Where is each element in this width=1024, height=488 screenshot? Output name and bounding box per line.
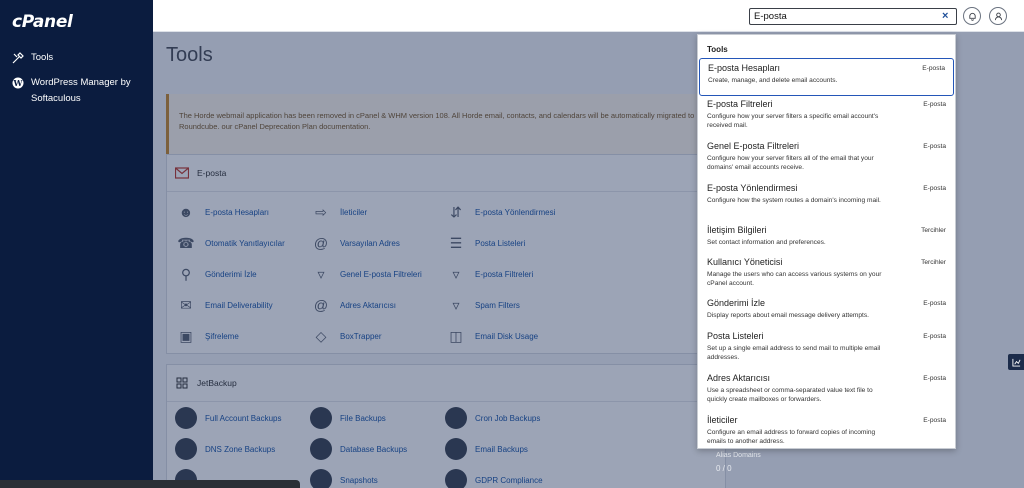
result-category: E-posta (923, 101, 946, 108)
stats-toggle-button[interactable] (1008, 354, 1024, 370)
result-description: Configure how your server filters a spec… (707, 113, 879, 129)
bottom-bar (0, 480, 300, 488)
result-description: Set up a single email address to send ma… (707, 345, 881, 361)
result-title: Gönderimi İzle (707, 298, 766, 308)
result-title: İletişim Bilgileri (707, 225, 767, 235)
clear-search-icon[interactable]: × (942, 11, 948, 22)
result-category: E-posta (923, 375, 946, 382)
result-item[interactable]: İleticiler Configure an email address to… (699, 411, 954, 448)
result-title: Kullanıcı Yöneticisi (707, 257, 783, 267)
result-description: Configure how the system routes a domain… (707, 197, 881, 204)
bell-icon (968, 12, 976, 21)
result-title: Genel E-posta Filtreleri (707, 141, 800, 151)
result-category: E-posta (923, 300, 946, 307)
result-item[interactable]: E-posta Filtreleri Configure how your se… (699, 95, 954, 134)
result-item[interactable]: E-posta Yönlendirmesi Configure how the … (699, 179, 954, 209)
result-category: E-posta (923, 417, 946, 424)
result-category: Tercihler (921, 227, 946, 234)
result-title: E-posta Hesapları (708, 63, 781, 73)
result-item[interactable]: Genel E-posta Filtreleri Configure how y… (699, 137, 954, 176)
tools-icon (12, 52, 24, 64)
result-category: E-posta (923, 143, 946, 150)
alias-domains-label: Alias Domains (716, 452, 761, 459)
result-title: E-posta Yönlendirmesi (707, 183, 798, 193)
result-description: Configure how your server filters all of… (707, 155, 874, 171)
sidebar-item-tools[interactable]: Tools (12, 50, 147, 66)
result-description: Configure an email address to forward co… (707, 429, 876, 445)
sidebar-item-wordpress[interactable]: W WordPress Manager by Softaculous (12, 75, 147, 107)
wordpress-icon: W (12, 77, 24, 89)
svg-text:W: W (13, 78, 24, 88)
result-title: E-posta Filtreleri (707, 99, 773, 109)
result-category: E-posta (923, 333, 946, 340)
result-category: E-posta (923, 185, 946, 192)
result-title: İleticiler (707, 415, 738, 425)
result-description: Display reports about email message deli… (707, 312, 869, 319)
chart-icon (1011, 358, 1021, 367)
result-item[interactable]: Posta Listeleri Set up a single email ad… (699, 327, 954, 366)
result-category: Tercihler (921, 259, 946, 266)
search-results-dropdown: Tools E-posta Hesapları Create, manage, … (697, 34, 956, 449)
result-description: Create, manage, and delete email account… (708, 77, 838, 84)
result-item[interactable]: İletişim Bilgileri Set contact informati… (699, 221, 954, 251)
results-heading: Tools (707, 45, 728, 54)
topbar: × (153, 0, 1024, 32)
notifications-button[interactable] (963, 7, 981, 25)
user-menu-button[interactable] (989, 7, 1007, 25)
sidebar: cPanel Tools W WordPress Manager by Soft… (0, 0, 153, 488)
user-icon (994, 12, 1002, 20)
cpanel-logo[interactable]: cPanel (12, 12, 73, 32)
result-title: Posta Listeleri (707, 331, 764, 341)
alias-domains-value: 0 / 0 (716, 464, 732, 473)
result-title: Adres Aktarıcısı (707, 373, 771, 383)
sidebar-item-label: WordPress Manager by Softaculous (31, 77, 131, 104)
result-description: Use a spreadsheet or comma-separated val… (707, 387, 873, 403)
result-item[interactable]: Gönderimi İzle Display reports about ema… (699, 294, 954, 324)
result-item[interactable]: Kullanıcı Yöneticisi Manage the users wh… (699, 253, 954, 292)
result-item[interactable]: Adres Aktarıcısı Use a spreadsheet or co… (699, 369, 954, 408)
result-item[interactable]: E-posta Hesapları Create, manage, and de… (699, 58, 954, 96)
result-description: Set contact information and preferences. (707, 239, 826, 246)
result-description: Manage the users who can access various … (707, 271, 882, 287)
result-category: E-posta (922, 65, 945, 72)
sidebar-item-label: Tools (31, 52, 54, 63)
search-input[interactable] (749, 8, 957, 25)
